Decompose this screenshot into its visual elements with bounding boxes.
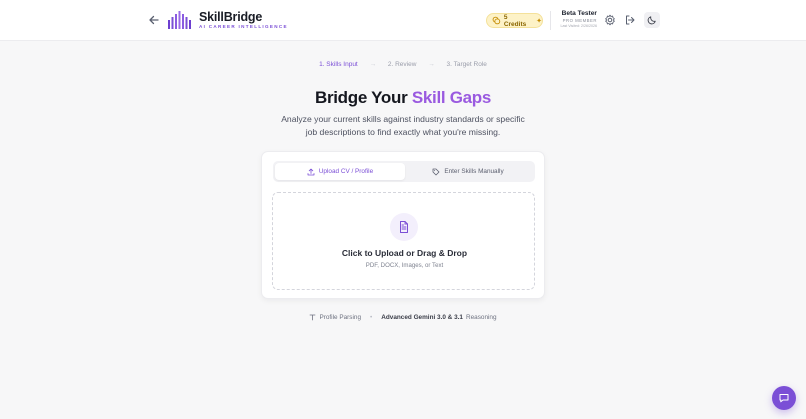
top-header: SkillBridge AI CAREER INTELLIGENCE 5 Cre…	[0, 0, 806, 41]
chat-icon	[779, 394, 789, 403]
logo-icon[interactable]	[167, 10, 193, 29]
theme-toggle-button[interactable]	[644, 12, 660, 28]
brand-name: SkillBridge	[199, 10, 263, 24]
step-skills-input[interactable]: 1. Skills Input	[319, 61, 358, 68]
step-arrow-icon: →	[428, 61, 435, 68]
moon-icon	[647, 16, 656, 25]
document-icon	[390, 213, 418, 241]
user-last-visited: Last Visited: 2/26/2026	[560, 24, 598, 28]
settings-icon[interactable]	[604, 14, 616, 26]
footer-separator: •	[370, 314, 373, 321]
user-info: Beta Tester PRO MEMBER Last Visited: 2/2…	[551, 10, 598, 29]
input-card: Upload CV / Profile Enter Skills Manuall…	[261, 151, 545, 299]
footer-info: Profile Parsing • Advanced Gemini 3.0 & …	[0, 314, 806, 321]
text-parse-icon	[310, 314, 316, 321]
progress-steps: 1. Skills Input → 2. Review → 3. Target …	[0, 61, 806, 68]
sparkle-plus-icon: ✦	[536, 17, 542, 25]
step-arrow-icon: →	[369, 61, 377, 68]
input-mode-tabs: Upload CV / Profile Enter Skills Manuall…	[273, 161, 535, 182]
upload-icon	[307, 168, 315, 175]
step-review[interactable]: 2. Review	[388, 61, 417, 68]
reasoning-label: Reasoning	[465, 314, 497, 321]
engine-label: Advanced Gemini 3.0 & 3.1	[381, 314, 463, 321]
title-main: Bridge Your	[314, 88, 408, 107]
tag-icon	[432, 168, 440, 175]
back-arrow-icon[interactable]	[147, 13, 161, 27]
brand-tagline: AI CAREER INTELLIGENCE	[199, 24, 288, 29]
dropzone-formats: PDF, DOCX, Images, or Text	[365, 262, 444, 269]
page-subtitle: Analyze your current skills against indu…	[281, 114, 525, 137]
tab-upload-cv[interactable]: Upload CV / Profile	[275, 163, 405, 180]
coin-icon	[492, 16, 501, 25]
profile-parsing-label: Profile Parsing	[319, 314, 362, 321]
page-title: Bridge Your Skill Gaps	[0, 88, 806, 108]
title-accent: Skill Gaps	[411, 88, 492, 107]
tab-enter-manually[interactable]: Enter Skills Manually	[403, 163, 533, 180]
step-target-role[interactable]: 3. Target Role	[447, 61, 487, 68]
user-name: Beta Tester	[561, 10, 597, 17]
logout-icon[interactable]	[624, 14, 636, 26]
chat-button[interactable]	[772, 386, 796, 410]
tab-manual-label: Enter Skills Manually	[444, 168, 504, 175]
file-dropzone[interactable]: Click to Upload or Drag & Drop PDF, DOCX…	[272, 192, 535, 290]
credits-badge[interactable]: 5 Credits ✦	[486, 13, 543, 28]
credits-label: 5 Credits	[503, 13, 527, 28]
tab-upload-label: Upload CV / Profile	[318, 168, 374, 175]
dropzone-title: Click to Upload or Drag & Drop	[341, 248, 468, 258]
